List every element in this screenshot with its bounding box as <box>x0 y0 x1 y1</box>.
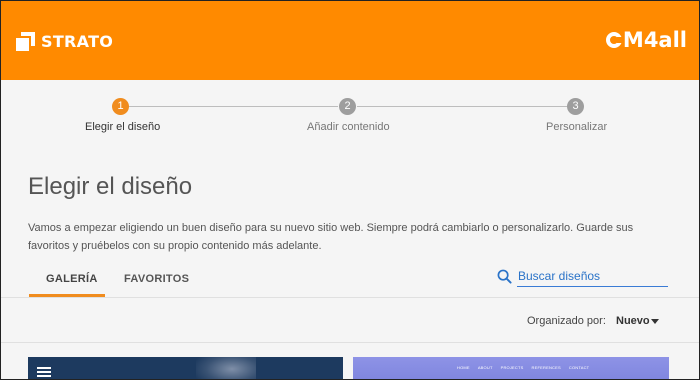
card-preview-nav: HOME ABOUT PROJECTS REFERENCES CONTACT <box>457 365 589 370</box>
search-input[interactable]: Buscar diseños <box>518 269 600 283</box>
tab-favoritos[interactable]: FAVORITOS <box>124 273 189 285</box>
cm4all-c-icon <box>605 32 623 48</box>
strato-logo[interactable]: STRATO <box>16 32 113 51</box>
tabs-divider <box>1 297 699 298</box>
card-nav-item: CONTACT <box>568 365 590 370</box>
tab-galeria[interactable]: GALERÍA <box>46 273 98 285</box>
card-nav-item: HOME <box>457 365 470 370</box>
strato-brand-name: STRATO <box>41 32 114 51</box>
design-card[interactable] <box>28 357 343 379</box>
menu-icon <box>37 367 51 377</box>
search-icon[interactable] <box>497 269 512 284</box>
card-nav-item: PROJECTS <box>500 365 524 370</box>
search-field[interactable]: Buscar diseños <box>497 267 669 287</box>
card-preview-image <box>196 357 256 379</box>
step-3-label[interactable]: Personalizar <box>546 121 607 133</box>
step-2-circle[interactable]: 2 <box>339 98 356 115</box>
search-underline <box>517 286 668 287</box>
step-connector <box>129 106 338 107</box>
page-description: Vamos a empezar eligiendo un buen diseño… <box>28 222 634 252</box>
strato-logo-icon <box>16 32 35 51</box>
step-3-circle[interactable]: 3 <box>567 98 584 115</box>
page-title: Elegir el diseño <box>28 173 193 200</box>
step-connector <box>357 106 567 107</box>
step-2-label[interactable]: Añadir contenido <box>307 121 390 133</box>
step-1-label[interactable]: Elegir el diseño <box>85 121 160 133</box>
chevron-down-icon[interactable] <box>651 319 659 324</box>
cm4all-logo: M4all <box>605 28 687 52</box>
progress-stepper: 1 Elegir el diseño 2 Añadir contenido 3 … <box>1 80 699 142</box>
sort-label: Organizado por: <box>527 315 606 327</box>
top-header: STRATO M4all <box>1 1 699 80</box>
sort-divider <box>1 342 699 343</box>
design-card[interactable]: HOME ABOUT PROJECTS REFERENCES CONTACT <box>353 357 669 379</box>
app-frame: STRATO M4all 1 Elegir el diseño 2 Añadir… <box>0 0 700 380</box>
card-nav-item: ABOUT <box>477 365 493 370</box>
step-1-circle[interactable]: 1 <box>112 98 129 115</box>
cm4all-logo-text: M4all <box>622 28 687 52</box>
sort-dropdown[interactable]: Nuevo <box>616 315 650 327</box>
card-nav-item: REFERENCES <box>531 365 561 370</box>
